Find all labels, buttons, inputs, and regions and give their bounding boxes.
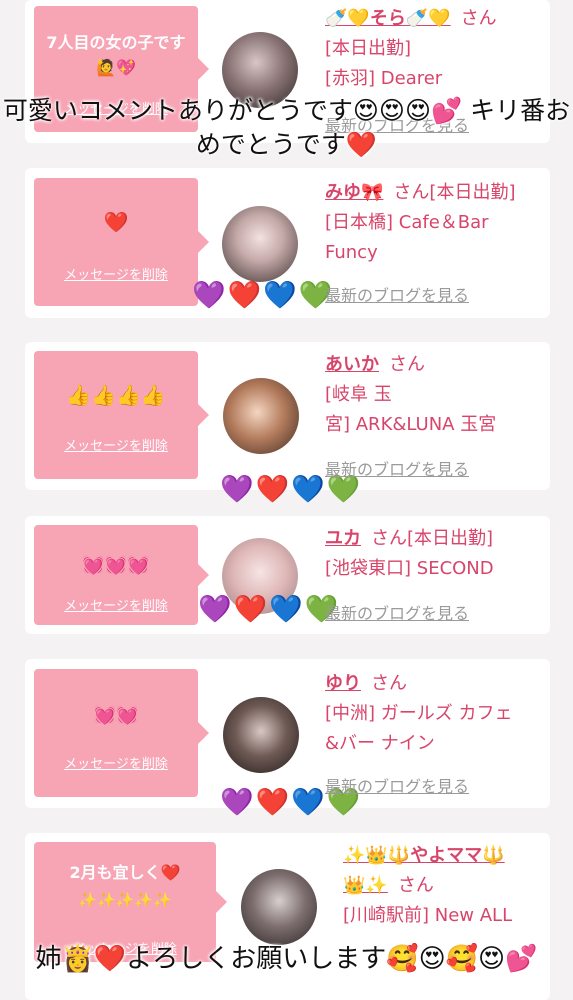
shop-line: Funcy	[325, 242, 378, 263]
heart-reactions: 💜❤️💙💚	[198, 594, 341, 625]
san-suffix: さん	[393, 182, 430, 203]
san-suffix: さん	[460, 8, 497, 29]
message-card: ❤️ メッセージを削除 みゆ🎀 さん[本日出勤] [日本橋] Cafe＆Bar F…	[25, 168, 550, 318]
latest-blog-link[interactable]: 最新のブログを見る	[325, 773, 469, 797]
caption-top: 可愛いコメントありがとうです😍😍😍💕 キリ番おめでとうです❤️	[2, 96, 571, 159]
message-card: 💓💓💓 メッセージを削除 ユカ さん[本日出勤] [池袋東口] SECOND 💜❤…	[25, 516, 550, 634]
shop-line: [本日出勤]	[325, 38, 412, 59]
san-suffix: さん	[389, 354, 425, 375]
cast-name[interactable]: みゆ🎀	[325, 182, 383, 203]
shop-line: [池袋東口] SECOND	[325, 558, 494, 579]
delete-message-link[interactable]: メッセージを削除	[34, 435, 198, 454]
delete-message-link[interactable]: メッセージを削除	[34, 595, 198, 614]
delete-message-link[interactable]: メッセージを削除	[34, 264, 198, 283]
shop-line: [川崎駅前] New ALL	[343, 905, 513, 926]
cast-name[interactable]: ゆり	[325, 673, 361, 694]
cast-name[interactable]: ✨👑🔱やよママ🔱	[343, 845, 505, 866]
delete-message-link[interactable]: メッセージを削除	[34, 753, 198, 772]
avatar[interactable]	[222, 206, 298, 282]
message-text: 💓💓	[93, 705, 139, 726]
avatar[interactable]	[241, 869, 317, 945]
message-bubble: ❤️ メッセージを削除	[34, 178, 209, 306]
status-badge: [本日出勤]	[407, 528, 494, 549]
heart-reactions: 💜❤️💙💚	[192, 280, 335, 311]
message-text: 7人目の女の子です🙋💖	[46, 33, 186, 77]
shop-line: [赤羽] Dearer	[325, 68, 443, 89]
san-suffix: さん	[371, 673, 407, 694]
message-bubble: 👍👍👍👍 メッセージを削除	[34, 351, 209, 479]
avatar[interactable]	[223, 697, 299, 773]
shop-line: &バー ナイン	[325, 733, 435, 754]
latest-blog-link[interactable]: 最新のブログを見る	[325, 456, 469, 480]
message-text: ❤️	[103, 210, 129, 234]
latest-blog-link[interactable]: 最新のブログを見る	[325, 600, 469, 624]
cast-name[interactable]: 🍼💛そら🍼💛	[325, 8, 451, 29]
san-suffix: さん	[397, 875, 434, 896]
latest-blog-link[interactable]: 最新のブログを見る	[325, 282, 469, 306]
sparkle-line: ✨✨✨✨✨	[78, 891, 172, 909]
san-suffix: さん	[371, 528, 407, 549]
shop-line: [日本橋] Cafe＆Bar	[325, 212, 489, 233]
message-bubble: 💓💓💓 メッセージを削除	[34, 525, 209, 625]
message-card: 💓💓 メッセージを削除 ゆり さん [中洲] ガールズ カフェ &バー ナイン 💜…	[25, 659, 550, 818]
avatar[interactable]	[223, 378, 299, 454]
caption-bottom: 姉👸❤️よろしくお願いします🥰😍🥰😍💕	[35, 944, 538, 974]
cast-name[interactable]: あいか	[325, 354, 379, 375]
message-text: 👍👍👍👍	[66, 383, 166, 407]
message-bubble: 💓💓 メッセージを削除	[34, 669, 209, 797]
message-text: 💓💓💓	[82, 555, 150, 576]
status-badge: [本日出勤]	[429, 182, 516, 203]
message-card: 👍👍👍👍 メッセージを削除 あいか さん [岐阜 玉 宮] ARK&LUNA 玉宮…	[25, 342, 550, 505]
shop-line: [岐阜 玉	[325, 384, 392, 405]
cast-name[interactable]: ユカ	[325, 528, 361, 549]
shop-line: 宮] ARK&LUNA 玉宮	[325, 414, 497, 435]
message-text: 2月も宜しく❤️	[69, 863, 181, 882]
cast-name-cont[interactable]: 👑✨	[343, 875, 388, 896]
shop-line: [中洲] ガールズ カフェ	[325, 703, 513, 724]
